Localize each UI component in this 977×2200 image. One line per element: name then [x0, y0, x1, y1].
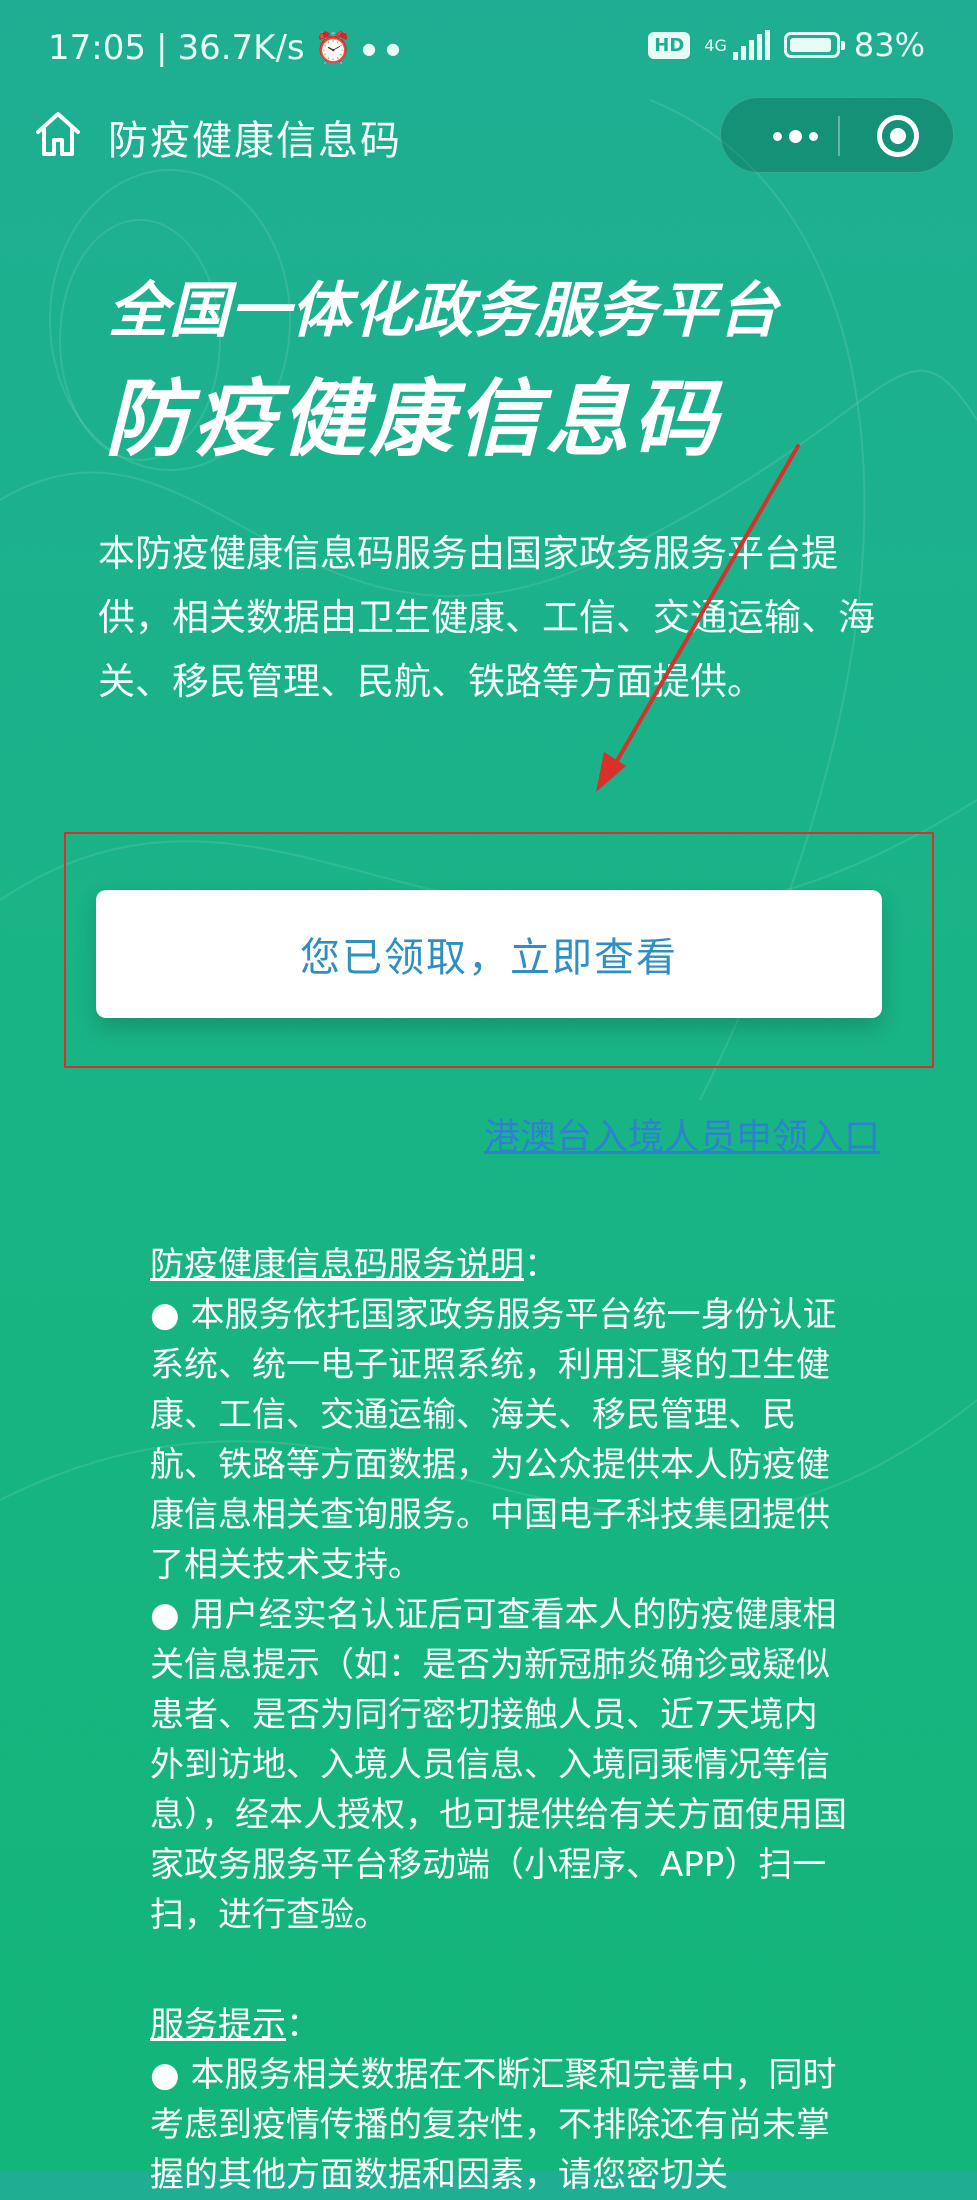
close-miniprogram-icon[interactable]	[877, 115, 919, 157]
hero-title: 防疫健康信息码	[105, 370, 722, 468]
view-health-code-button[interactable]: 您已领取，立即查看	[96, 890, 882, 1018]
service-description-item-1: 本服务依托国家政务服务平台统一身份认证系统、统一电子证照系统，利用汇聚的卫生健康…	[150, 1290, 850, 1590]
service-description-heading: 防疫健康信息码服务说明	[150, 1245, 524, 1285]
hero-subtitle: 全国一体化政务服务平台	[108, 276, 779, 346]
alarm-icon: ⏰	[314, 30, 352, 66]
capsule-divider	[838, 116, 840, 156]
battery-icon	[783, 32, 845, 58]
status-bar: 17:05 | 36.7K/s ⏰ ● ● HD 4G 83%	[0, 0, 977, 100]
hk-macao-taiwan-entry-link[interactable]: 港澳台入境人员申领入口	[484, 1108, 880, 1160]
tips-heading-colon: ：	[286, 2005, 320, 2045]
home-icon[interactable]	[32, 108, 84, 160]
battery-level: 83%	[853, 26, 925, 64]
service-tips-heading: 服务提示	[150, 2005, 286, 2045]
nav-title: 防疫健康信息码	[108, 118, 402, 164]
notification-icon: ●	[361, 38, 376, 58]
hd-badge: HD	[648, 31, 691, 59]
status-right: HD 4G 83%	[648, 26, 925, 64]
service-description: 防疫健康信息码服务说明： 本服务依托国家政务服务平台统一身份认证系统、统一电子证…	[150, 1240, 850, 1940]
status-left: 17:05 | 36.7K/s ⏰ ● ●	[48, 28, 400, 68]
heading-colon: ：	[524, 1245, 558, 1285]
more-icon[interactable]	[755, 98, 835, 174]
notification-icon-2: ●	[385, 38, 400, 58]
service-tips: 服务提示： 本服务相关数据在不断汇聚和完善中，同时考虑到疫情传播的复杂性，不排除…	[150, 2000, 850, 2200]
miniprogram-capsule	[720, 97, 954, 173]
intro-text: 本防疫健康信息码服务由国家政务服务平台提供，相关数据由卫生健康、工信、交通运输、…	[98, 532, 875, 703]
signal-icon	[732, 30, 770, 60]
status-net-speed: 36.7K/s	[177, 28, 305, 68]
network-type: 4G	[704, 35, 727, 55]
status-divider: |	[155, 28, 168, 68]
status-time: 17:05	[48, 28, 146, 68]
service-description-item-2: 用户经实名认证后可查看本人的防疫健康相关信息提示（如：是否为新冠肺炎确诊或疑似患…	[150, 1590, 850, 1940]
service-tips-item-1: 本服务相关数据在不断汇聚和完善中，同时考虑到疫情传播的复杂性，不排除还有尚未掌握…	[150, 2050, 850, 2200]
